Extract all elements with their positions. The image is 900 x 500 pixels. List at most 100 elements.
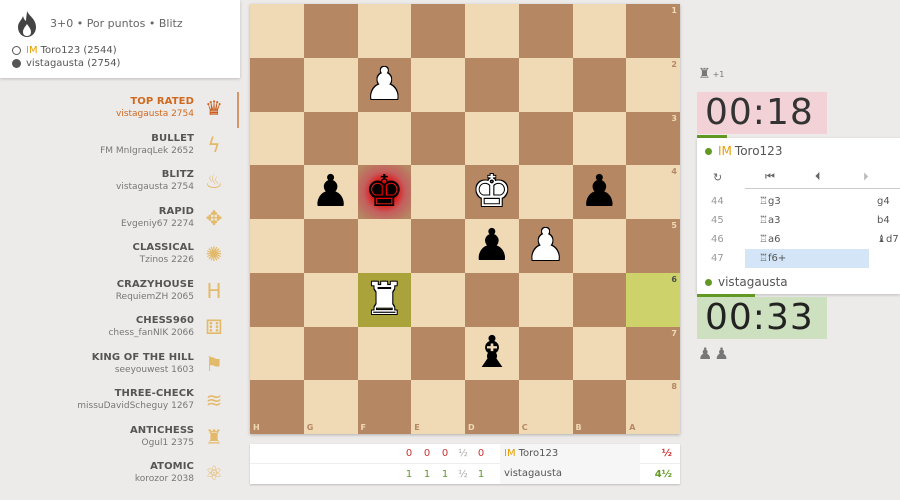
square-h3[interactable] — [250, 111, 304, 166]
leaderboard-item-blitz[interactable]: BLITZ vistagausta 2754 ♨ — [0, 165, 234, 201]
first-move-icon[interactable]: ⏮ — [765, 170, 775, 184]
square-b4[interactable]: ♟ — [572, 165, 627, 219]
square-g2[interactable] — [303, 57, 358, 112]
leaderboard-item-chess960[interactable]: CHESS960 chess_fanNIK 2066 ⚅ — [0, 311, 234, 347]
square-a2[interactable]: 2 — [626, 57, 680, 112]
square-c4[interactable] — [518, 165, 573, 219]
black-pawn-icon[interactable]: ♟ — [580, 170, 619, 214]
square-b8[interactable]: B — [572, 380, 627, 434]
square-g4[interactable]: ♟ — [303, 165, 358, 219]
game-score[interactable]: 0 — [400, 448, 418, 459]
crosstable-player[interactable]: IM Toro123 — [500, 443, 640, 464]
leaderboard-item-rapid[interactable]: RAPID Evgeniy67 2274 ✥ — [0, 202, 234, 238]
square-d2[interactable] — [465, 57, 519, 112]
square-e8[interactable]: E — [411, 380, 465, 434]
black-bishop-icon[interactable]: ♝ — [472, 331, 511, 375]
white-pawn-icon[interactable]: ♟ — [365, 62, 404, 107]
white-king-icon[interactable]: ♚ — [472, 170, 511, 214]
square-h1[interactable] — [250, 4, 304, 58]
game-score[interactable]: ½ — [454, 469, 472, 480]
square-c7[interactable] — [518, 326, 573, 381]
square-d7[interactable]: ♝ — [465, 326, 519, 381]
square-a3[interactable]: 3 — [626, 111, 680, 166]
square-f7[interactable] — [357, 326, 412, 381]
square-g6[interactable] — [303, 272, 358, 327]
white-move[interactable]: ♖g3 — [745, 192, 869, 211]
black-king-icon[interactable]: ♚ — [365, 170, 404, 214]
square-e5[interactable] — [411, 219, 465, 273]
leaderboard-item-classical[interactable]: CLASSICAL Tzinos 2226 ✺ — [0, 238, 234, 274]
square-d1[interactable] — [465, 4, 519, 58]
square-a4[interactable]: 4 — [626, 165, 680, 219]
game-score[interactable]: 0 — [436, 448, 454, 459]
leaderboard-item-bullet[interactable]: BULLET FM MnIgraqLek 2652 ϟ — [0, 129, 234, 165]
square-e4[interactable] — [411, 165, 465, 219]
chess-board[interactable]: 1 ♟ 2 3 ♟ ♚ ♚ ♟ 4 ♟ ♟ 5 ♜ 6 ♝ 7 H G F E D C B 8 A — [250, 4, 680, 434]
square-c8[interactable]: C — [518, 380, 573, 434]
top-player-name[interactable]: IM Toro123 — [705, 144, 782, 158]
black-move[interactable]: ♝d7 — [877, 234, 899, 245]
game-score[interactable]: 1 — [472, 469, 490, 480]
square-b5[interactable] — [572, 219, 627, 273]
square-g3[interactable] — [303, 111, 358, 166]
square-a6[interactable]: 6 — [626, 272, 680, 327]
square-h7[interactable] — [250, 326, 304, 381]
square-e3[interactable] — [411, 111, 465, 166]
leaderboard-item-three-check[interactable]: THREE-CHECK missuDavidScheguy 1267 ≋ — [0, 384, 234, 420]
square-c2[interactable] — [518, 57, 573, 112]
square-a5[interactable]: 5 — [626, 219, 680, 273]
square-g7[interactable] — [303, 326, 358, 381]
black-pawn-icon[interactable]: ♟ — [311, 170, 350, 214]
square-d4[interactable]: ♚ — [465, 165, 519, 219]
flip-board-icon[interactable]: ↻ — [713, 171, 722, 184]
square-e6[interactable] — [411, 272, 465, 327]
white-move[interactable]: ♖a6 — [745, 230, 869, 249]
white-rook-icon[interactable]: ♜ — [365, 277, 404, 322]
square-d8[interactable]: D — [465, 380, 519, 434]
square-d3[interactable] — [465, 111, 519, 166]
square-c5[interactable]: ♟ — [518, 219, 573, 273]
game-score[interactable]: 1 — [436, 469, 454, 480]
square-f1[interactable] — [357, 4, 412, 58]
leaderboard-item-king-of-the-hill[interactable]: KING OF THE HILL seeyouwest 1603 ⚑ — [0, 348, 234, 384]
square-c3[interactable] — [518, 111, 573, 166]
square-g8[interactable]: G — [303, 380, 358, 434]
square-f3[interactable] — [357, 111, 412, 166]
square-b3[interactable] — [572, 111, 627, 166]
square-e1[interactable] — [411, 4, 465, 58]
white-move[interactable]: ♖a3 — [745, 211, 869, 230]
square-h4[interactable] — [250, 165, 304, 219]
leaderboard-item-crazyhouse[interactable]: CRAZYHOUSE RequiemZH 2065 H — [0, 275, 234, 311]
square-b7[interactable] — [572, 326, 627, 381]
next-move-icon[interactable]: ⏵ — [863, 170, 869, 184]
crosstable-player[interactable]: vistagausta — [500, 464, 640, 484]
square-g1[interactable] — [303, 4, 358, 58]
square-g5[interactable] — [303, 219, 358, 273]
square-a7[interactable]: 7 — [626, 326, 680, 381]
bottom-player-name[interactable]: vistagausta — [705, 275, 788, 289]
square-f6[interactable]: ♜ — [357, 272, 412, 327]
leaderboard-item-top-rated[interactable]: TOP RATED vistagausta 2754 ♛ — [0, 92, 234, 128]
square-e2[interactable] — [411, 57, 465, 112]
square-e7[interactable] — [411, 326, 465, 381]
leaderboard-item-atomic[interactable]: ATOMIC korozor 2038 ⚛ — [0, 457, 234, 493]
game-score[interactable]: 1 — [418, 469, 436, 480]
square-f2[interactable]: ♟ — [357, 57, 412, 112]
black-pawn-icon[interactable]: ♟ — [472, 223, 511, 268]
square-d6[interactable] — [465, 272, 519, 327]
white-player[interactable]: IM Toro123 (2544) — [12, 45, 117, 56]
game-score[interactable]: 0 — [472, 448, 490, 459]
square-a1[interactable]: 1 — [626, 4, 680, 58]
game-score[interactable]: ½ — [454, 448, 472, 459]
square-c6[interactable] — [518, 272, 573, 327]
game-score[interactable]: 0 — [418, 448, 436, 459]
square-d5[interactable]: ♟ — [465, 219, 519, 273]
square-b1[interactable] — [572, 4, 627, 58]
square-c1[interactable] — [518, 4, 573, 58]
black-move[interactable]: g4 — [877, 196, 890, 207]
square-h8[interactable]: H — [250, 380, 304, 434]
square-h2[interactable] — [250, 57, 304, 112]
square-b6[interactable] — [572, 272, 627, 327]
square-a8[interactable]: 8A — [626, 380, 680, 434]
square-f4[interactable]: ♚ — [357, 165, 412, 219]
